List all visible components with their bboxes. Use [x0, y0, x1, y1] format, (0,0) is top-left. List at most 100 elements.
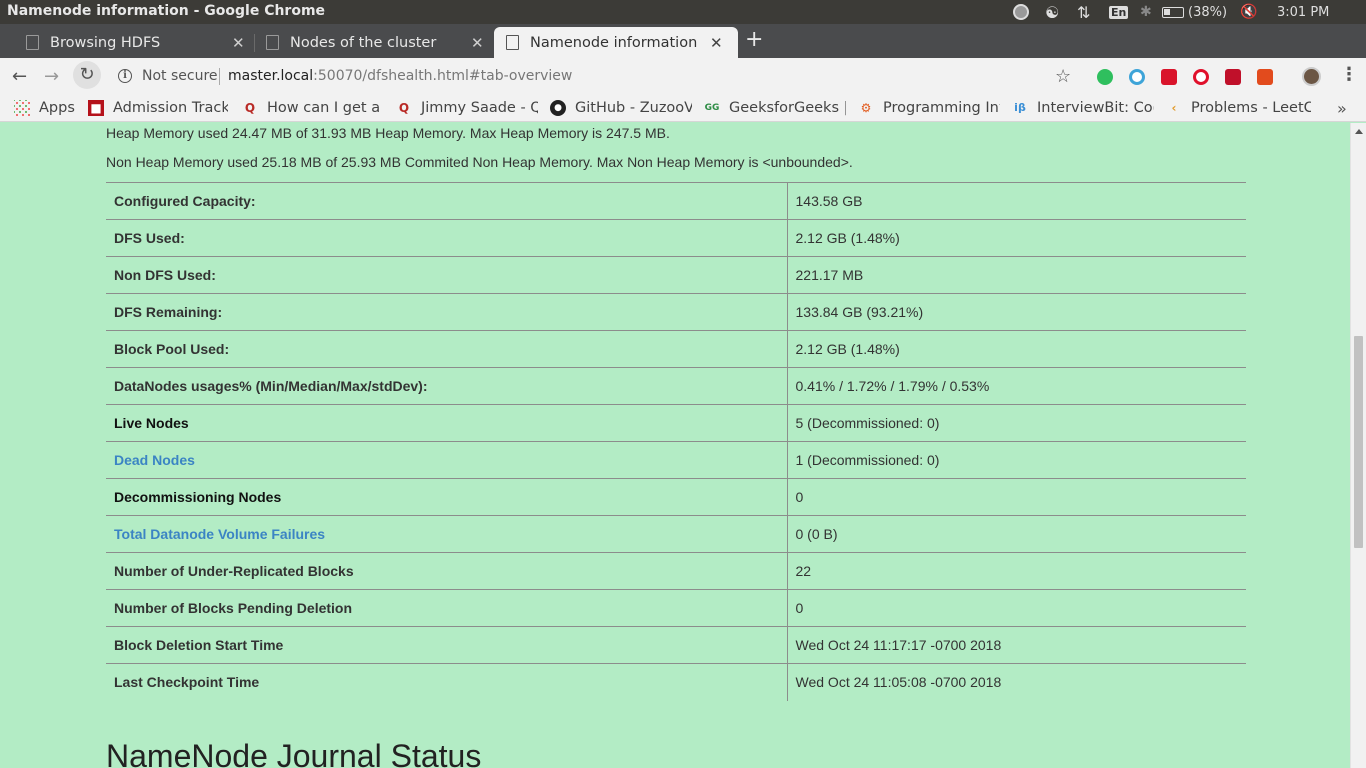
tab-label: Nodes of the cluster — [290, 34, 437, 51]
decommissioning-nodes-label: Decommissioning Nodes — [106, 478, 788, 516]
sync-icon[interactable]: ☯ — [1045, 0, 1059, 24]
row-label: DataNodes usages% (Min/Median/Max/stdDev… — [106, 367, 788, 405]
chrome-menu-icon[interactable]: ⋮ — [1340, 64, 1358, 85]
address-bar[interactable]: master.local:50070/dfshealth.html#tab-ov… — [228, 68, 572, 84]
row-label: Number of Under-Replicated Blocks — [106, 552, 788, 590]
bookmark-geeksforgeeks[interactable]: GG GeeksforGeeks | — [704, 100, 846, 116]
extension-orange-icon[interactable] — [1257, 69, 1273, 85]
row-label: DFS Used: — [106, 219, 788, 257]
table-row: DFS Used: 2.12 GB (1.48%) — [106, 219, 1246, 257]
row-label: DFS Remaining: — [106, 293, 788, 331]
bookmark-quora-1[interactable]: Q How can I get a jo — [242, 100, 384, 116]
back-button[interactable]: ← — [12, 66, 27, 87]
table-row: Dead Nodes 1 (Decommissioned: 0) — [106, 441, 1246, 479]
more-bookmarks-icon[interactable]: » — [1337, 99, 1347, 118]
tab-namenode-information[interactable]: Namenode information ✕ — [494, 27, 738, 58]
geeksforgeeks-icon: GG — [704, 103, 720, 113]
volume-failures-cell: Total Datanode Volume Failures — [106, 515, 788, 553]
admission-icon: ■ — [88, 100, 104, 116]
live-nodes-label: Live Nodes — [106, 404, 788, 442]
row-value: 0 — [787, 478, 1246, 516]
row-value: 133.84 GB (93.21%) — [787, 293, 1246, 331]
table-row: Block Deletion Start Time Wed Oct 24 11:… — [106, 626, 1246, 664]
bookmark-label: Jimmy Saade - Q — [421, 100, 538, 116]
row-value: Wed Oct 24 11:17:17 -0700 2018 — [787, 626, 1246, 664]
leetcode-icon: ‹ — [1171, 101, 1177, 115]
scrollbar-thumb[interactable] — [1354, 336, 1363, 548]
bookmark-label: Programming In — [883, 100, 999, 116]
record-icon[interactable] — [1013, 0, 1029, 24]
scroll-up-arrow-icon[interactable] — [1355, 129, 1363, 134]
battery-icon[interactable] — [1162, 0, 1184, 24]
row-label: Block Pool Used: — [106, 330, 788, 368]
quora-icon: Q — [398, 101, 410, 115]
keyboard-icon[interactable]: En — [1109, 0, 1129, 24]
bookmark-label: Admission Track — [113, 100, 228, 116]
window-title: Namenode information - Google Chrome — [7, 3, 326, 19]
profile-avatar[interactable] — [1302, 67, 1321, 86]
github-icon: ● — [550, 100, 566, 116]
row-value: Wed Oct 24 11:05:08 -0700 2018 — [787, 663, 1246, 701]
bookmarks-bar: Apps ■ Admission Tracki Q How can I get … — [0, 96, 1366, 122]
row-value: 5 (Decommissioned: 0) — [787, 404, 1246, 442]
url-path: :50070/dfshealth.html#tab-overview — [313, 68, 573, 84]
extension-red-icon[interactable] — [1161, 69, 1177, 85]
table-row: DFS Remaining: 133.84 GB (93.21%) — [106, 293, 1246, 331]
cluster-summary-table: Configured Capacity: 143.58 GB DFS Used:… — [106, 182, 1246, 701]
row-label: Block Deletion Start Time — [106, 626, 788, 664]
security-status[interactable]: Not secure — [142, 68, 218, 84]
bookmark-label: GitHub - ZuzooV — [575, 100, 692, 116]
tab-nodes-of-the-cluster[interactable]: Nodes of the cluster ✕ — [252, 27, 492, 58]
bluetooth-icon[interactable]: ✱ — [1140, 0, 1152, 24]
reload-button[interactable]: ↻ — [73, 61, 101, 89]
info-icon[interactable]: i — [118, 69, 132, 83]
programming-icon: ⚙ — [860, 101, 872, 115]
forward-button[interactable]: → — [44, 66, 59, 87]
table-row: Non DFS Used: 221.17 MB — [106, 256, 1246, 294]
opera-extension-icon[interactable] — [1193, 69, 1209, 85]
new-tab-button[interactable]: + — [745, 28, 763, 52]
table-row: Live Nodes 5 (Decommissioned: 0) — [106, 404, 1246, 442]
close-icon[interactable]: ✕ — [232, 34, 245, 52]
volume-muted-icon[interactable]: 🔇 — [1240, 0, 1257, 24]
row-value: 1 (Decommissioned: 0) — [787, 441, 1246, 479]
tab-browsing-hdfs[interactable]: Browsing HDFS ✕ — [12, 27, 252, 58]
table-row: Number of Blocks Pending Deletion 0 — [106, 589, 1246, 627]
bookmark-programming[interactable]: ⚙ Programming Int — [858, 100, 1000, 116]
bookmark-leetcode[interactable]: ‹ Problems - LeetCo — [1166, 100, 1311, 116]
close-icon[interactable]: ✕ — [471, 34, 484, 52]
extension-icon[interactable] — [1129, 69, 1145, 85]
row-value: 2.12 GB (1.48%) — [787, 219, 1246, 257]
row-value: 22 — [787, 552, 1246, 590]
quora-icon: Q — [244, 101, 256, 115]
bookmark-label-fade: d — [1153, 100, 1154, 116]
row-value: 0 — [787, 589, 1246, 627]
url-host: master.local — [228, 68, 314, 84]
close-icon[interactable]: ✕ — [710, 34, 723, 52]
url-separator — [219, 68, 220, 85]
os-top-bar: Namenode information - Google Chrome ☯ ⇅… — [0, 0, 1366, 24]
bookmark-admission-track[interactable]: ■ Admission Tracki — [88, 100, 228, 116]
bookmark-apps[interactable]: Apps — [14, 100, 84, 116]
table-row: Block Pool Used: 2.12 GB (1.48%) — [106, 330, 1246, 368]
clock[interactable]: 3:01 PM — [1277, 0, 1329, 24]
table-row: DataNodes usages% (Min/Median/Max/stdDev… — [106, 367, 1246, 405]
bookmark-star-icon[interactable]: ☆ — [1055, 66, 1071, 87]
dead-nodes-link[interactable]: Dead Nodes — [114, 452, 195, 468]
vertical-scrollbar[interactable] — [1350, 123, 1366, 768]
tab-label: Browsing HDFS — [50, 34, 161, 51]
table-row: Number of Under-Replicated Blocks 22 — [106, 552, 1246, 590]
table-row: Decommissioning Nodes 0 — [106, 478, 1246, 516]
bookmark-interviewbit[interactable]: iβ InterviewBit: Cod — [1012, 100, 1154, 116]
volume-failures-link[interactable]: Total Datanode Volume Failures — [114, 526, 325, 542]
bookmark-github[interactable]: ● GitHub - ZuzooVi — [550, 100, 692, 116]
page-icon — [266, 35, 279, 50]
extension-book-icon[interactable] — [1225, 69, 1241, 85]
bookmark-quora-2[interactable]: Q Jimmy Saade - Qu — [396, 100, 538, 116]
row-value: 0 (0 B) — [787, 515, 1246, 553]
battery-percentage: (38%) — [1188, 4, 1228, 20]
tab-label: Namenode information — [530, 34, 698, 51]
page-viewport: Heap Memory used 24.47 MB of 31.93 MB He… — [0, 123, 1350, 768]
network-icon[interactable]: ⇅ — [1077, 0, 1090, 24]
grammarly-extension-icon[interactable] — [1097, 69, 1113, 85]
